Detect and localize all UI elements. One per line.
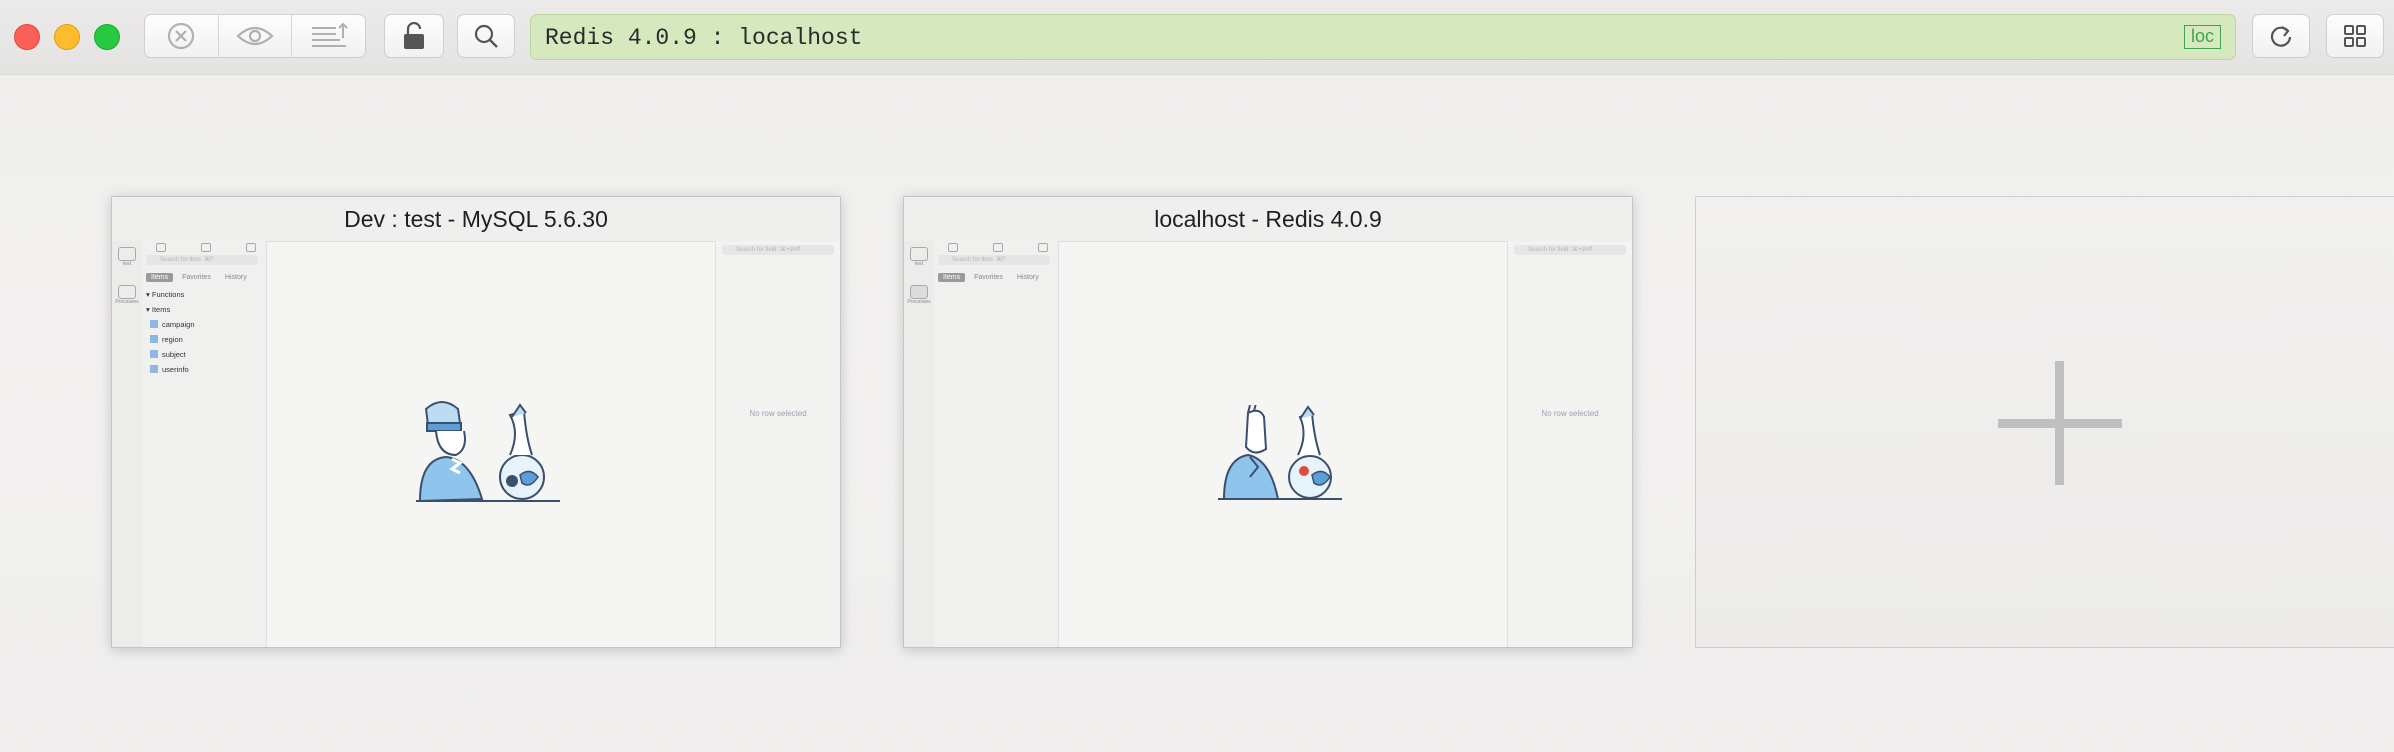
mini-sidebar: Search for item: ⌘F Items Favorites Hist… — [934, 241, 1059, 647]
lock-button[interactable] — [384, 14, 444, 58]
window-minimize-button[interactable] — [54, 24, 80, 50]
connection-tag-badge: loc — [2183, 25, 2221, 49]
mini-left-bar: test Processes — [112, 241, 143, 647]
mini-left-label: test — [914, 261, 924, 267]
list-upload-icon — [311, 22, 348, 47]
new-tab-card[interactable] — [1695, 196, 2394, 648]
window-close-button[interactable] — [14, 24, 40, 50]
grid-icon — [2344, 25, 2366, 47]
mini-tab: History — [1016, 274, 1039, 281]
window-zoom-button[interactable] — [94, 24, 120, 50]
tree-group: ▾ Functions — [146, 290, 185, 299]
mini-left-bar: test Processes — [904, 241, 935, 647]
empty-state-illustration — [1218, 405, 1342, 500]
connection-label: Redis 4.0.9 : localhost — [545, 25, 863, 51]
mini-field-search: Search for field: ⌘+shift — [722, 245, 834, 255]
close-connection-button[interactable] — [145, 15, 219, 57]
eye-icon — [236, 26, 274, 46]
preview-button[interactable] — [219, 15, 293, 57]
toolbar: Redis 4.0.9 : localhost loc — [0, 0, 2394, 75]
commit-changes-button[interactable] — [292, 15, 365, 57]
mini-field-search: Search for field: ⌘+shift — [1514, 245, 1626, 255]
tab-thumbnail-title: Dev : test - MySQL 5.6.30 — [112, 197, 840, 242]
mini-sidebar-icons — [156, 243, 256, 252]
mini-tab: Favorites — [182, 274, 211, 281]
mini-search-field: Search for item: ⌘F — [146, 255, 258, 265]
mini-sidebar: Search for item: ⌘F Items Favorites Hist… — [142, 241, 267, 647]
mini-detail-pane: Search for field: ⌘+shift No row selecte… — [1507, 241, 1632, 647]
database-icon — [910, 247, 928, 261]
refresh-button[interactable] — [2252, 14, 2310, 58]
refresh-icon — [2270, 26, 2292, 47]
search-button[interactable] — [457, 14, 515, 58]
empty-state-illustration — [416, 401, 560, 502]
close-icon — [168, 22, 195, 50]
mini-tab: Items — [938, 273, 966, 282]
mini-left-label: test — [122, 261, 132, 267]
tree-item: userinfo — [146, 362, 195, 377]
connection-address-bar[interactable]: Redis 4.0.9 : localhost loc — [530, 14, 2236, 60]
mini-left-label: Processes — [115, 299, 139, 305]
tree-item: subject — [146, 347, 195, 362]
mini-search-field: Search for item: ⌘F — [938, 255, 1050, 265]
mini-tabs: Items Favorites History — [146, 273, 252, 282]
mini-tabs: Items Favorites History — [938, 273, 1044, 282]
database-icon — [118, 247, 136, 261]
lock-icon — [404, 22, 424, 49]
no-row-selected-label: No row selected — [1541, 409, 1599, 418]
tab-thumbnail-mysql[interactable]: Dev : test - MySQL 5.6.30 test Processes… — [111, 196, 841, 648]
tab-overview-button[interactable] — [2326, 14, 2384, 58]
tree-item: campaign — [146, 317, 195, 332]
processes-icon — [910, 285, 928, 299]
mini-detail-pane: Search for field: ⌘+shift No row selecte… — [715, 241, 840, 647]
no-row-selected-label: No row selected — [749, 409, 807, 418]
toolbar-segment-group — [144, 14, 366, 58]
mini-tab: Items — [146, 273, 174, 282]
mini-left-label: Processes — [907, 299, 931, 305]
mini-sidebar-icons — [948, 243, 1048, 252]
mini-tab: Favorites — [974, 274, 1003, 281]
mini-tab: History — [224, 274, 247, 281]
mini-tree: ▾ Functions ▾ Items campaign region subj… — [146, 287, 195, 377]
tab-thumbnail-title: localhost - Redis 4.0.9 — [904, 197, 1632, 242]
search-icon — [474, 24, 498, 48]
tree-group: ▾ Items — [146, 305, 171, 314]
tree-item: region — [146, 332, 195, 347]
tab-thumbnail-redis[interactable]: localhost - Redis 4.0.9 test Processes S… — [903, 196, 1633, 648]
processes-icon — [118, 285, 136, 299]
